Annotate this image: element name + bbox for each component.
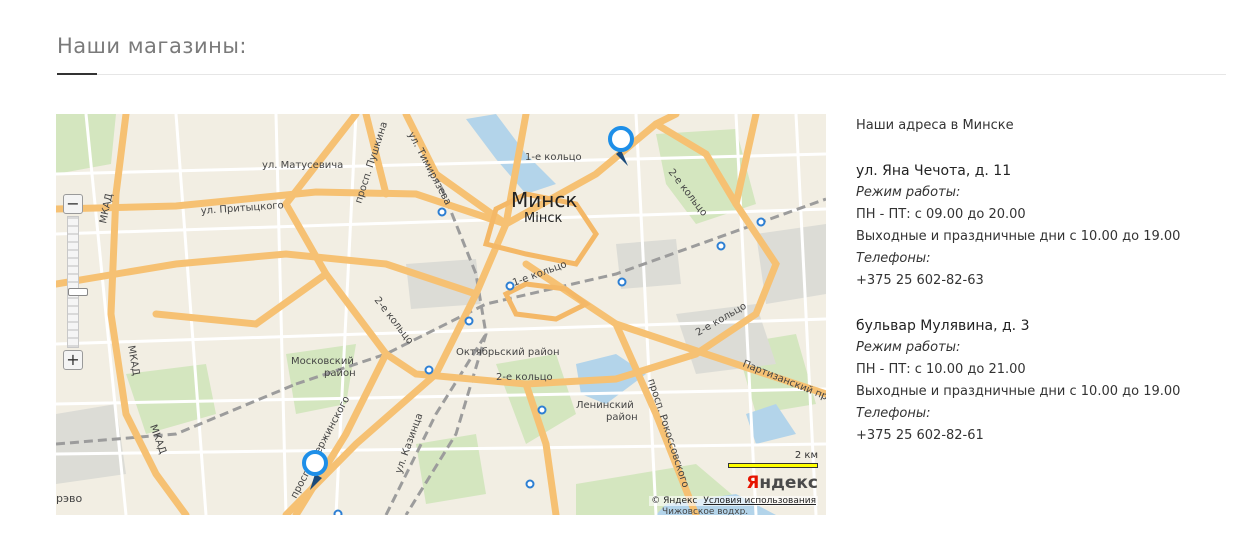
label-matusevicha: ул. Матусевича — [262, 160, 343, 171]
zoom-slider-track[interactable] — [67, 216, 88, 348]
label-mkad: МКАД — [125, 345, 141, 377]
zoom-slider-handle[interactable] — [68, 288, 88, 296]
label-moskovsky-district: Московский — [291, 356, 354, 367]
store-phone[interactable]: +375 25 602-82-63 — [856, 270, 1236, 292]
zoom-out-button[interactable]: − — [63, 194, 83, 214]
store-map-pin-icon[interactable] — [608, 126, 634, 166]
addresses-heading: Наши адреса в Минске — [856, 118, 1014, 133]
addresses-panel: Наши адреса в Минске ул. Яна Чечота, д. … — [856, 115, 1236, 470]
label-moskovsky-district: район — [324, 368, 356, 379]
store-address: бульвар Мулявина, д. 3 — [856, 318, 1030, 334]
hours-label: Режим работы: — [856, 185, 961, 200]
title-accent-bar — [57, 73, 97, 75]
store-map-pin-icon[interactable] — [302, 450, 328, 490]
zoom-control[interactable]: − + — [63, 194, 88, 370]
store-map[interactable]: ул. Матусевича ул. Притыцкого просп. Пуш… — [56, 114, 826, 515]
city-label-local: Мінск — [524, 211, 562, 226]
weekday-hours: ПН - ПТ: с 10.00 до 21.00 — [856, 362, 1026, 377]
weekday-hours: ПН - ПТ: с 09.00 до 20.00 — [856, 207, 1026, 222]
hours-label: Режим работы: — [856, 340, 961, 355]
title-divider — [57, 74, 1226, 75]
phones-label: Телефоны: — [856, 251, 931, 266]
map-copyright: © Яндекс Условия использования — [649, 496, 818, 506]
map-scale-label: 2 км — [794, 450, 818, 461]
yandex-logo[interactable]: Яндекс — [746, 473, 818, 493]
yandex-logo-rest: ндекс — [759, 473, 818, 493]
weekend-hours: Выходные и праздничные дни с 10.00 до 19… — [856, 384, 1181, 399]
map-scale: 2 км — [728, 450, 818, 468]
label-ring-1: 1-е кольцо — [525, 152, 582, 163]
label-leninsky-district: Ленинский — [576, 400, 634, 411]
phones-label: Телефоны: — [856, 406, 931, 421]
weekend-hours: Выходные и праздничные дни с 10.00 до 19… — [856, 229, 1181, 244]
terms-link[interactable]: Условия использования — [703, 496, 816, 506]
map-tiles[interactable]: ул. Матусевича ул. Притыцкого просп. Пуш… — [56, 114, 826, 515]
copyright-text: © Яндекс — [651, 496, 698, 506]
zoom-in-button[interactable]: + — [63, 350, 83, 370]
store-block: бульвар Мулявина, д. 3 Режим работы: ПН … — [856, 315, 1236, 447]
page-title: Наши магазины: — [57, 34, 248, 58]
map-scale-bar — [728, 463, 818, 468]
store-address: ул. Яна Чечота, д. 11 — [856, 163, 1012, 179]
label-revo: рэво — [56, 492, 83, 505]
store-block: ул. Яна Чечота, д. 11 Режим работы: ПН -… — [856, 160, 1236, 292]
label-oktyabrsky-district: Октябрьский район — [456, 347, 560, 358]
label-ring-2: 2-е кольцо — [496, 372, 553, 383]
label-leninsky-district: район — [606, 412, 638, 423]
yandex-logo-letter: Я — [746, 473, 760, 493]
label-chizhovskoe: Чижовское водхр. — [662, 507, 748, 515]
store-phone[interactable]: +375 25 602-82-61 — [856, 425, 1236, 447]
city-label: Минск — [511, 188, 577, 212]
